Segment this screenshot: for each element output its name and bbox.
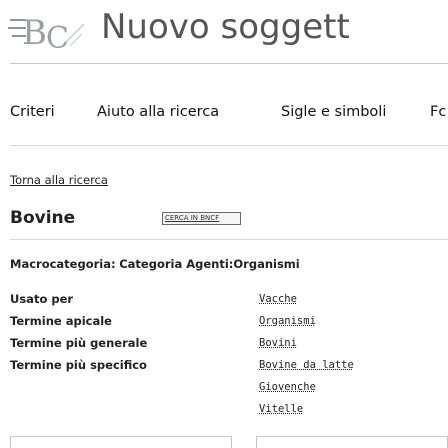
relation-label-usato-per: Usato per [10,292,74,306]
nav-divider [10,145,448,146]
relation-link-vacche[interactable]: Vacche [259,293,297,305]
nav-item-fc[interactable]: Fc [430,104,446,120]
search-in-bncf-button[interactable]: CERCA IN BNCF [162,212,241,225]
nav-item-sigle-e-simboli[interactable]: Sigle e simboli [281,104,386,120]
bncf-logo-icon[interactable]: B C [4,2,94,58]
relation-link-vitelle[interactable]: Vitelle [259,403,303,415]
nav-item-criteri[interactable]: Criteri [10,104,55,120]
relation-label-termine-piu-specifico: Termine più specifico [10,358,147,372]
header-divider [10,63,448,64]
relation-label-termine-piu-generale: Termine più generale [10,336,148,350]
term-title: Bovine [10,208,76,228]
relation-link-bovine-da-latte[interactable]: Bovine da latte [259,359,354,371]
top-navigation: Criteri Aiuto alla ricerca Sigle e simbo… [0,104,448,124]
svg-text:B: B [22,13,47,53]
bottom-panel-right [256,436,448,448]
macrocategory-value: Categoria Agenti:Organismi [119,257,300,271]
relation-link-bovini[interactable]: Bovini [259,337,297,349]
macrocategory-label: Macrocategoria: [10,257,116,271]
page: B C Nuovo soggett Criteri Aiuto alla ric… [0,0,448,448]
relation-link-giovenche[interactable]: Giovenche [259,381,316,393]
relation-label-termine-apicale: Termine apicale [10,314,112,328]
back-to-search-link[interactable]: Torna alla ricerca [10,173,108,187]
term-divider [10,239,448,240]
site-header: B C Nuovo soggett [0,0,448,60]
bottom-panel-left [10,436,232,448]
nav-item-aiuto-alla-ricerca[interactable]: Aiuto alla ricerca [97,104,219,120]
macrocategory-line: Macrocategoria: Categoria Agenti:Organis… [10,257,300,271]
svg-text:C: C [46,21,69,56]
site-title: Nuovo soggett [101,7,350,47]
relation-link-organismi[interactable]: Organismi [259,315,316,327]
